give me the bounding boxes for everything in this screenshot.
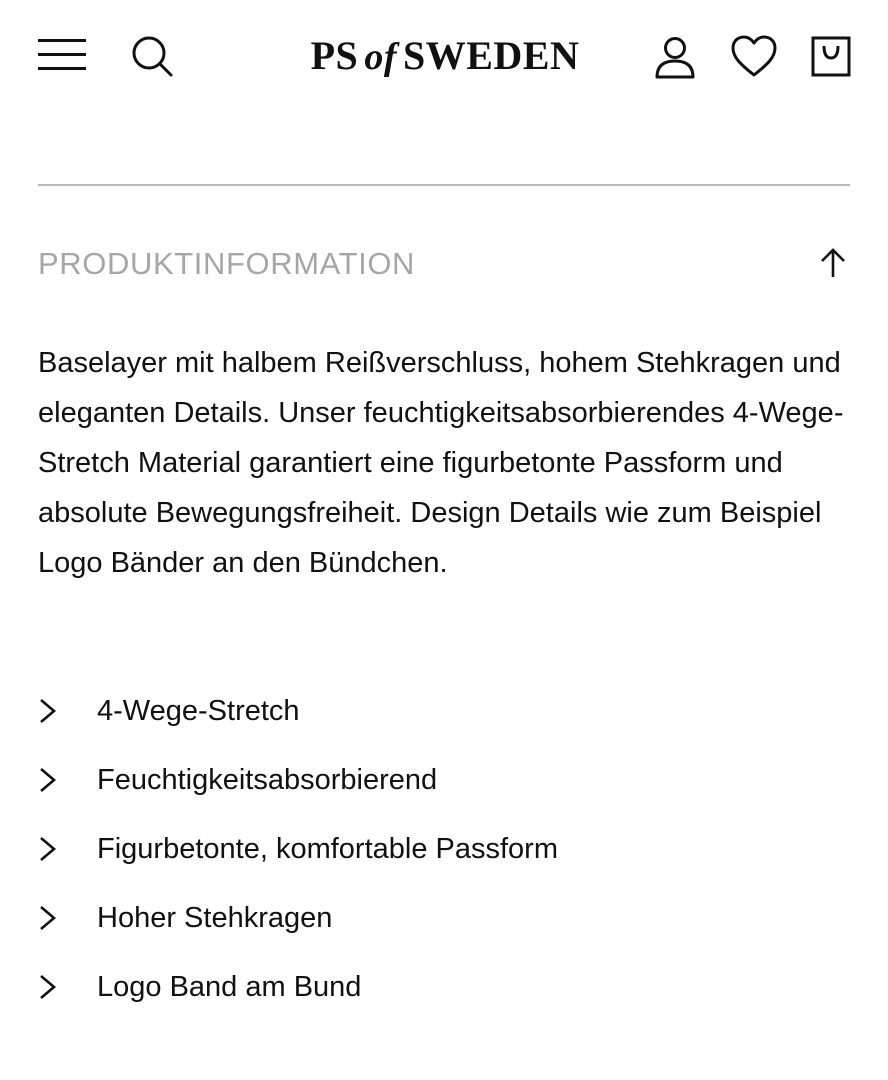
chevron-right-icon	[40, 699, 57, 723]
chevron-right-icon	[40, 768, 57, 792]
feature-item: Logo Band am Bund	[38, 959, 850, 1028]
arrow-up-icon[interactable]	[816, 246, 850, 280]
hamburger-menu-icon[interactable]	[38, 38, 86, 72]
product-description: Baselayer mit halbem Reißverschluss, hoh…	[38, 347, 844, 579]
logo-ps: PS	[310, 33, 359, 78]
feature-list: 4-Wege-Stretch Feuchtigkeitsabsorbierend F…	[38, 683, 850, 1028]
brand-logo[interactable]: PS of SWEDEN	[300, 28, 590, 84]
menu-line	[38, 67, 86, 70]
section-title: PRODUKTINFORMATION	[38, 246, 416, 281]
logo-of: of	[364, 36, 397, 78]
feature-label: Feuchtigkeitsabsorbierend	[97, 764, 438, 796]
user-icon[interactable]	[652, 34, 698, 80]
feature-item: Feuchtigkeitsabsorbierend	[38, 752, 850, 821]
menu-line	[38, 39, 86, 42]
logo-sweden: SWEDEN	[402, 33, 580, 78]
chevron-right-icon	[40, 837, 57, 861]
feature-label: Hoher Stehkragen	[97, 902, 333, 934]
menu-line	[38, 53, 86, 56]
heart-icon[interactable]	[730, 34, 778, 78]
chevron-right-icon	[40, 906, 57, 930]
feature-label: Logo Band am Bund	[97, 971, 362, 1003]
chevron-right-icon	[40, 975, 57, 999]
feature-label: 4-Wege-Stretch	[97, 695, 300, 727]
feature-item: 4-Wege-Stretch	[38, 683, 850, 752]
shopping-bag-icon[interactable]	[810, 34, 852, 78]
feature-label: Figurbetonte, komfortable Passform	[97, 833, 558, 865]
section-divider	[38, 184, 850, 186]
feature-item: Hoher Stehkragen	[38, 890, 850, 959]
feature-item: Figurbetonte, komfortable Passform	[38, 821, 850, 890]
search-icon[interactable]	[130, 34, 174, 78]
site-header: PS of SWEDEN	[0, 0, 888, 112]
product-info-accordion-header[interactable]: PRODUKTINFORMATION	[38, 236, 850, 292]
